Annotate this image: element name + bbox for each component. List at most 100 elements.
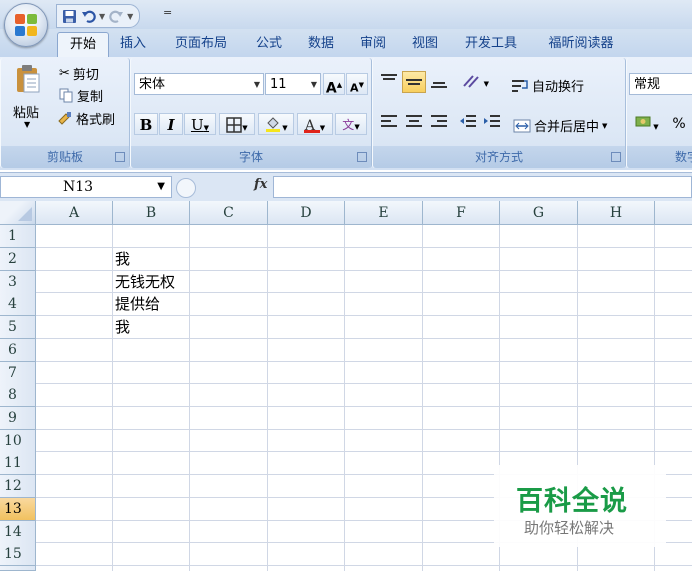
row-header-13[interactable]: 13	[0, 498, 36, 521]
column-header-b[interactable]: B	[113, 201, 190, 225]
paste-button[interactable]: 粘贴 ▼	[9, 62, 49, 132]
watermark: 百科全说 助你轻松解决	[494, 465, 666, 547]
column-header-d[interactable]: D	[268, 201, 345, 225]
row-header-2[interactable]: 2	[0, 248, 36, 271]
increase-indent-button[interactable]	[481, 113, 503, 135]
paste-dropdown-icon[interactable]: ▼	[24, 120, 30, 129]
customize-quick-access-icon[interactable]: =	[163, 6, 172, 19]
decrease-indent-button[interactable]	[457, 113, 479, 135]
font-launcher-icon[interactable]: .	[357, 152, 367, 162]
alignment-launcher-icon[interactable]: .	[611, 152, 621, 162]
shrink-font-button[interactable]: A▼	[346, 73, 368, 95]
cell-b2[interactable]: 我	[115, 248, 130, 271]
wrap-text-button[interactable]: 自动换行	[511, 75, 584, 96]
underline-label: U	[190, 116, 204, 134]
tab-data[interactable]: 数据	[300, 32, 342, 56]
formula-input[interactable]	[273, 176, 692, 198]
formula-bar-expand-icon[interactable]	[176, 178, 196, 198]
row-header-11[interactable]: 11	[0, 452, 36, 475]
grow-font-button[interactable]: A▲	[323, 73, 345, 97]
column-header-i[interactable]	[655, 201, 692, 225]
office-button[interactable]	[4, 3, 48, 47]
tab-page-layout[interactable]: 页面布局	[166, 32, 236, 56]
merge-center-dropdown-icon[interactable]: ▼	[602, 122, 607, 130]
row-header-3[interactable]: 3	[0, 271, 36, 294]
tab-formulas[interactable]: 公式	[248, 32, 290, 56]
cell-b3[interactable]: 无钱无权	[115, 271, 175, 294]
copy-label: 复制	[77, 90, 104, 105]
clipboard-launcher-icon[interactable]: .	[115, 152, 125, 162]
font-name-select[interactable]: 宋体 ▼	[134, 73, 264, 95]
row-header-1[interactable]: 1	[0, 225, 36, 248]
redo-icon[interactable]	[108, 8, 124, 24]
row-header-14[interactable]: 14	[0, 521, 36, 544]
bold-button[interactable]: B	[134, 113, 158, 135]
align-left-button[interactable]	[378, 113, 400, 135]
undo-icon[interactable]	[80, 8, 96, 24]
accounting-format-button[interactable]: ▼	[629, 113, 665, 135]
select-all-button[interactable]	[0, 201, 36, 225]
column-header-f[interactable]: F	[423, 201, 500, 225]
tab-home[interactable]: 开始	[57, 32, 109, 58]
save-icon[interactable]	[61, 8, 77, 24]
italic-button[interactable]: I	[159, 113, 183, 135]
tab-developer[interactable]: 开发工具	[456, 32, 526, 56]
row-header-9[interactable]: 9	[0, 407, 36, 430]
format-painter-button[interactable]: 格式刷	[57, 108, 115, 129]
column-header-c[interactable]: C	[190, 201, 268, 225]
row-header-7[interactable]: 7	[0, 362, 36, 385]
row-header-12[interactable]: 12	[0, 475, 36, 498]
font-size-select[interactable]: 11 ▼	[265, 73, 321, 95]
row-header-16[interactable]	[0, 566, 36, 571]
format-painter-icon	[58, 112, 71, 125]
row-header-4[interactable]: 4	[0, 293, 36, 316]
accounting-icon	[635, 116, 651, 127]
row-header-15[interactable]: 15	[0, 543, 36, 566]
row-header-6[interactable]: 6	[0, 339, 36, 362]
number-format-select[interactable]: 常规	[629, 73, 692, 95]
font-color-button[interactable]: A ▼	[297, 113, 333, 135]
scissors-icon: ✂	[59, 66, 70, 81]
redo-dropdown-icon[interactable]: ▼	[127, 12, 133, 21]
insert-function-icon[interactable]: fx	[254, 177, 267, 192]
name-box-dropdown-icon[interactable]: ▼	[157, 177, 165, 197]
format-painter-label: 格式刷	[76, 113, 116, 128]
merge-center-button[interactable]: 合并后居中 ▼	[513, 115, 607, 136]
fill-color-button[interactable]: ▼	[258, 113, 294, 135]
align-middle-button[interactable]	[402, 71, 426, 93]
orientation-button[interactable]: ▼	[455, 73, 489, 95]
phonetic-guide-button[interactable]: 文▼	[335, 113, 367, 135]
shrink-font-icon: A	[350, 81, 359, 95]
fill-color-icon	[266, 117, 281, 132]
name-box[interactable]: N13 ▼	[0, 176, 172, 198]
title-bar: ▼ ▼ =	[0, 0, 692, 29]
cell-b4[interactable]: 提供给	[115, 293, 160, 316]
tab-insert[interactable]: 插入	[112, 32, 154, 56]
cell-b5[interactable]: 我	[115, 316, 130, 339]
undo-dropdown-icon[interactable]: ▼	[99, 12, 105, 21]
borders-icon	[226, 117, 243, 133]
align-right-button[interactable]	[428, 113, 450, 135]
increase-indent-icon	[484, 115, 500, 127]
align-bottom-button[interactable]	[428, 73, 450, 95]
column-header-g[interactable]: G	[500, 201, 578, 225]
row-header-8[interactable]: 8	[0, 384, 36, 407]
row-header-5[interactable]: 5	[0, 316, 36, 339]
watermark-subtitle: 助你轻松解决	[524, 519, 615, 537]
row-header-10[interactable]: 10	[0, 430, 36, 453]
column-header-h[interactable]: H	[578, 201, 655, 225]
watermark-title: 百科全说	[516, 486, 628, 517]
column-header-a[interactable]: A	[36, 201, 113, 225]
cut-button[interactable]: ✂ 剪切	[59, 63, 99, 84]
column-header-e[interactable]: E	[345, 201, 423, 225]
align-center-button[interactable]	[403, 113, 425, 135]
borders-button[interactable]: ▼	[219, 113, 255, 135]
column-headers: A B C D E F G H	[0, 201, 692, 225]
align-top-button[interactable]	[378, 73, 400, 95]
percent-button[interactable]: %	[669, 113, 689, 135]
copy-button[interactable]: 复制	[59, 85, 103, 106]
underline-button[interactable]: U▼	[184, 113, 216, 135]
tab-foxit-reader[interactable]: 福昕阅读器	[536, 32, 626, 56]
tab-view[interactable]: 视图	[404, 32, 446, 56]
tab-review[interactable]: 审阅	[352, 32, 394, 56]
